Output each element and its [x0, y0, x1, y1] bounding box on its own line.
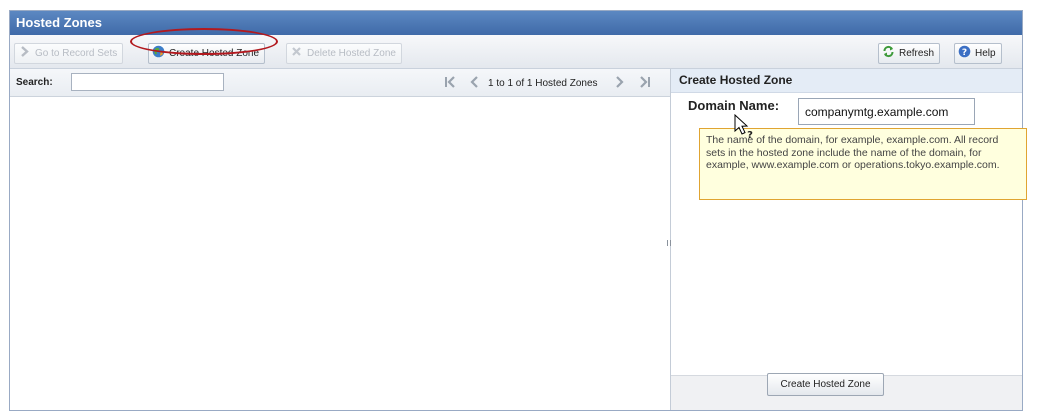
last-page-icon[interactable] — [638, 76, 652, 88]
form-title: Create Hosted Zone — [671, 69, 1022, 93]
first-page-icon[interactable] — [443, 76, 457, 88]
mouse-cursor-icon: ? — [734, 114, 753, 140]
help-icon: ? — [958, 45, 971, 58]
next-page-icon[interactable] — [612, 76, 626, 88]
hosted-zones-panel: Hosted Zones Go to Record Sets Create Ho… — [9, 10, 1023, 411]
refresh-button[interactable]: Refresh — [878, 43, 941, 64]
delete-icon — [292, 47, 301, 56]
help-button[interactable]: ? Help — [954, 43, 1002, 64]
help-label: Help — [975, 48, 996, 59]
splitter-handle[interactable] — [666, 239, 672, 247]
domain-name-label: Domain Name: — [688, 98, 780, 113]
list-header: Search: 1 to 1 of 1 Hosted Zones — [10, 69, 670, 97]
refresh-label: Refresh — [899, 48, 935, 59]
chevron-right-icon — [21, 46, 29, 57]
create-hosted-zone-submit-button[interactable]: Create Hosted Zone — [767, 373, 884, 396]
highlight-circle — [130, 28, 278, 55]
search-label: Search: — [16, 77, 53, 88]
domain-name-input[interactable] — [798, 98, 975, 125]
refresh-icon — [883, 45, 894, 58]
go-to-record-sets-button[interactable]: Go to Record Sets — [14, 43, 124, 64]
svg-text:?: ? — [962, 48, 967, 58]
go-to-record-sets-label: Go to Record Sets — [35, 48, 118, 59]
delete-hosted-zone-button[interactable]: Delete Hosted Zone — [286, 43, 402, 64]
search-input[interactable] — [71, 73, 224, 91]
delete-hosted-zone-label: Delete Hosted Zone — [307, 48, 396, 59]
svg-text:?: ? — [747, 130, 753, 140]
prev-page-icon[interactable] — [468, 76, 482, 88]
pagination-text: 1 to 1 of 1 Hosted Zones — [488, 78, 598, 89]
